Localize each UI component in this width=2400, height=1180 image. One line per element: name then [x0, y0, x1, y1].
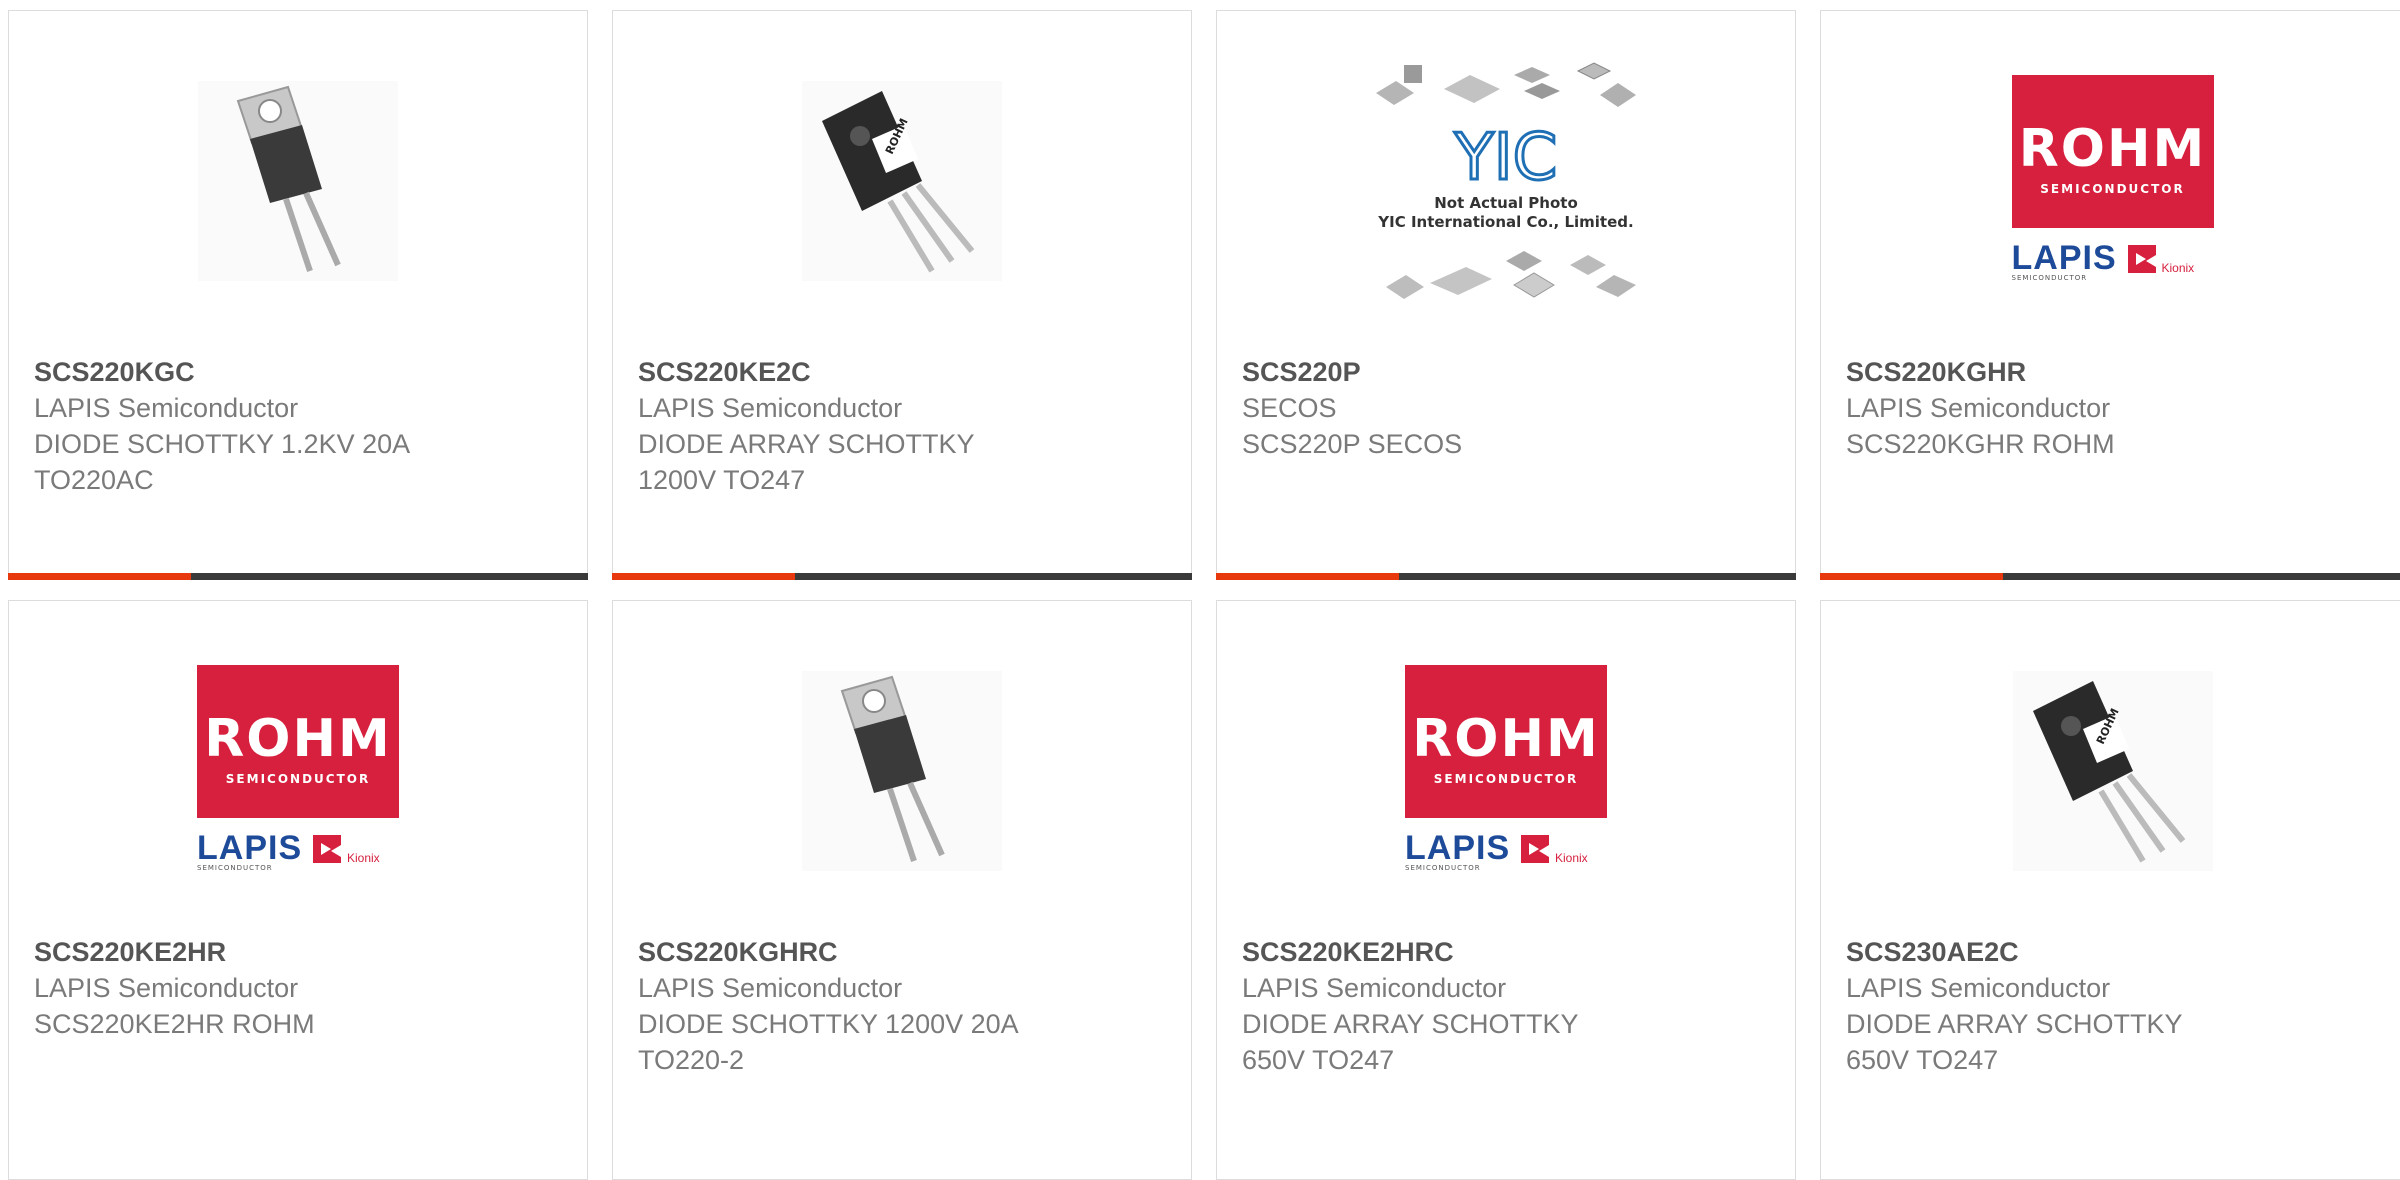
card-footer-bar [1820, 573, 2400, 580]
description-line: 650V TO247 [1242, 1045, 1395, 1075]
manufacturer: LAPIS Semiconductor [1846, 973, 2111, 1003]
part-number[interactable]: SCS220KGHRC [638, 934, 1171, 970]
description-line: 1200V TO247 [638, 465, 806, 495]
description-line: DIODE SCHOTTKY 1.2KV 20A [34, 429, 411, 459]
product-card[interactable]: YIC Not Actual Photo YIC International C… [1216, 10, 1796, 580]
card-accent [612, 573, 795, 580]
manufacturer: LAPIS Semiconductor [638, 973, 903, 1003]
lapis-sub-text: SEMICONDUCTOR [197, 864, 273, 872]
rohm-logo: ROHM SEMICONDUCTOR LAPIS SEMICONDUCTOR K… [2011, 75, 2214, 287]
product-image[interactable]: ROHM SEMICONDUCTOR LAPIS SEMICONDUCTOR K… [1217, 661, 1795, 881]
rohm-brand-text: ROHM [204, 709, 392, 769]
chip-packages-icon: YIC [1376, 62, 1636, 299]
kionix-logo-text: Kionix [1555, 851, 1588, 865]
part-number[interactable]: SCS220P [1242, 354, 1775, 390]
product-image[interactable]: ROHM SEMICONDUCTOR LAPIS SEMICONDUCTOR K… [1821, 71, 2400, 291]
part-number[interactable]: SCS230AE2C [1846, 934, 2384, 970]
card-accent [1820, 573, 2003, 580]
manufacturer: LAPIS Semiconductor [638, 393, 903, 423]
product-info: SCS230AE2C LAPIS Semiconductor DIODE ARR… [1846, 934, 2384, 1078]
card-accent [8, 573, 191, 580]
not-actual-photo-label: Not Actual Photo [1434, 194, 1578, 212]
description-line: DIODE ARRAY SCHOTTKY [1242, 1009, 1579, 1039]
rohm-sub-text: SEMICONDUCTOR [225, 772, 371, 786]
manufacturer: SECOS [1242, 393, 1337, 423]
product-image[interactable] [613, 661, 1191, 881]
to247-transistor-icon: ROHM [802, 81, 1002, 281]
lapis-logo-text: LAPIS [2011, 239, 2117, 277]
manufacturer: LAPIS Semiconductor [34, 393, 299, 423]
product-image[interactable]: YIC Not Actual Photo YIC International C… [1217, 62, 1795, 299]
rohm-sub-text: SEMICONDUCTOR [1433, 772, 1579, 786]
manufacturer: LAPIS Semiconductor [1242, 973, 1507, 1003]
rohm-logo: ROHM SEMICONDUCTOR LAPIS SEMICONDUCTOR K… [197, 665, 399, 877]
kionix-logo-icon [313, 835, 341, 863]
card-footer-bar [8, 573, 588, 580]
to220-diode-icon [802, 671, 1002, 871]
product-info: SCS220KE2HR LAPIS Semiconductor SCS220KE… [34, 934, 567, 1042]
description-line: TO220AC [34, 465, 154, 495]
product-info: SCS220KE2C LAPIS Semiconductor DIODE ARR… [638, 354, 1171, 498]
description-line: SCS220KGHR ROHM [1846, 429, 2115, 459]
kionix-logo-text: Kionix [2161, 261, 2195, 275]
part-number[interactable]: SCS220KE2HR [34, 934, 567, 970]
product-info: SCS220KGHRC LAPIS Semiconductor DIODE SC… [638, 934, 1171, 1078]
part-number[interactable]: SCS220KGHR [1846, 354, 2384, 390]
product-image[interactable] [9, 71, 587, 291]
kionix-logo-icon [2127, 245, 2156, 273]
product-info: SCS220KE2HRC LAPIS Semiconductor DIODE A… [1242, 934, 1775, 1078]
product-info: SCS220KGC LAPIS Semiconductor DIODE SCHO… [34, 354, 567, 498]
card-accent [1216, 573, 1399, 580]
kionix-logo-icon [1521, 835, 1549, 863]
card-footer-bar [1216, 573, 1796, 580]
description-line: DIODE ARRAY SCHOTTKY [638, 429, 975, 459]
product-image[interactable]: ROHM [1821, 661, 2400, 881]
description-line: DIODE ARRAY SCHOTTKY [1846, 1009, 2183, 1039]
description-line: SCS220KE2HR ROHM [34, 1009, 315, 1039]
product-image[interactable]: ROHM [613, 71, 1191, 291]
lapis-sub-text: SEMICONDUCTOR [1405, 864, 1481, 872]
to247-transistor-icon: ROHM [2012, 671, 2213, 871]
yic-placeholder-note: Not Actual Photo YIC International Co., … [1374, 194, 1638, 232]
product-card[interactable]: ROHM SEMICONDUCTOR LAPIS SEMICONDUCTOR K… [1820, 10, 2400, 580]
lapis-sub-text: SEMICONDUCTOR [2011, 274, 2088, 282]
description-line: SCS220P SECOS [1242, 429, 1463, 459]
svg-text:YIC: YIC [1454, 121, 1558, 195]
rohm-brand-text: ROHM [1412, 709, 1600, 769]
product-card[interactable]: ROHM SEMICONDUCTOR LAPIS SEMICONDUCTOR K… [1216, 600, 1796, 1180]
part-number[interactable]: SCS220KE2HRC [1242, 934, 1775, 970]
product-image[interactable]: ROHM SEMICONDUCTOR LAPIS SEMICONDUCTOR K… [9, 661, 587, 881]
product-card[interactable]: ROHM SCS220KE2C LAPIS Semiconductor DIOD… [612, 10, 1192, 580]
product-info: SCS220KGHR LAPIS Semiconductor SCS220KGH… [1846, 354, 2384, 462]
rohm-logo: ROHM SEMICONDUCTOR LAPIS SEMICONDUCTOR K… [1405, 665, 1607, 877]
rohm-brand-text: ROHM [2018, 119, 2207, 179]
kionix-logo-text: Kionix [347, 851, 380, 865]
product-card[interactable]: ROHM SCS230AE2C LAPIS Semiconductor DIOD… [1820, 600, 2400, 1180]
to220-diode-icon [198, 81, 398, 281]
description-line: 650V TO247 [1846, 1045, 1999, 1075]
product-info: SCS220P SECOS SCS220P SECOS [1242, 354, 1775, 462]
yic-company-label: YIC International Co., Limited. [1378, 213, 1634, 231]
product-card[interactable]: SCS220KGHRC LAPIS Semiconductor DIODE SC… [612, 600, 1192, 1180]
yic-placeholder-image: YIC Not Actual Photo YIC International C… [1374, 61, 1638, 301]
product-card[interactable]: ROHM SEMICONDUCTOR LAPIS SEMICONDUCTOR K… [8, 600, 588, 1180]
rohm-sub-text: SEMICONDUCTOR [2040, 182, 2185, 196]
product-card[interactable]: SCS220KGC LAPIS Semiconductor DIODE SCHO… [8, 10, 588, 580]
part-number[interactable]: SCS220KGC [34, 354, 567, 390]
description-line: DIODE SCHOTTKY 1200V 20A [638, 1009, 1019, 1039]
manufacturer: LAPIS Semiconductor [34, 973, 299, 1003]
part-number[interactable]: SCS220KE2C [638, 354, 1171, 390]
description-line: TO220-2 [638, 1045, 745, 1075]
lapis-logo-text: LAPIS [197, 829, 303, 867]
card-footer-bar [612, 573, 1192, 580]
manufacturer: LAPIS Semiconductor [1846, 393, 2111, 423]
lapis-logo-text: LAPIS [1405, 829, 1511, 867]
